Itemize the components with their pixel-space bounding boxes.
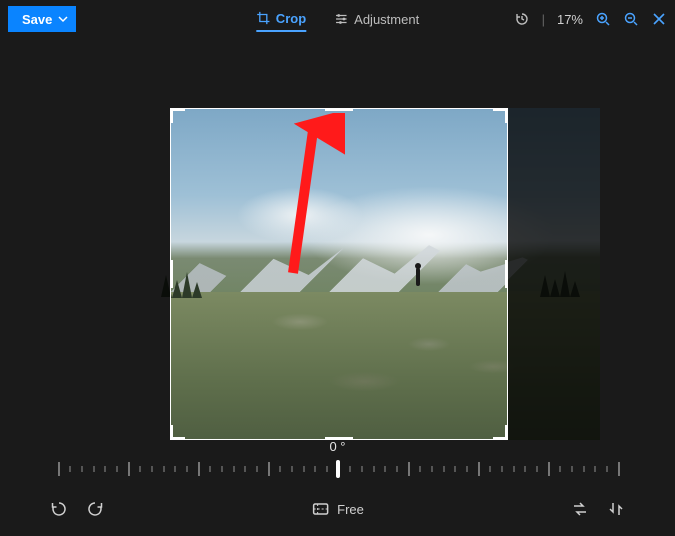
top-toolbar: Save Crop Adjustment | 17% (0, 0, 675, 38)
rotation-tick (163, 466, 165, 472)
tab-adjustment[interactable]: Adjustment (334, 7, 419, 32)
rotation-tick (139, 466, 141, 472)
rotation-tick (198, 462, 200, 476)
rotation-tick (431, 466, 433, 472)
mode-tabs: Crop Adjustment (256, 7, 419, 32)
aspect-icon (311, 500, 329, 518)
rotation-tick (606, 466, 608, 472)
bottom-left-group (50, 500, 104, 518)
rotation-tick (291, 466, 293, 472)
tab-adjustment-label: Adjustment (354, 12, 419, 27)
rotation-tick (314, 466, 316, 472)
rotation-tick (209, 466, 211, 472)
save-button[interactable]: Save (8, 6, 76, 32)
rotation-tick (408, 462, 410, 476)
rotation-tick (58, 462, 60, 476)
rotation-tick (489, 466, 491, 472)
rotation-tick (174, 466, 176, 472)
rotation-tick (478, 462, 480, 476)
crop-rectangle[interactable] (170, 108, 508, 440)
chevron-down-icon (58, 14, 68, 24)
rotation-tick (419, 466, 421, 472)
rotation-tick (559, 466, 561, 472)
rotation-tick (384, 466, 386, 472)
toolbar-right-tools: | 17% (514, 11, 667, 27)
tab-crop-label: Crop (276, 11, 306, 26)
rotation-tick (128, 462, 130, 476)
crop-handle-right[interactable] (505, 260, 508, 288)
rotation-tick (361, 466, 363, 472)
rotation-tick (104, 466, 106, 472)
rotation-tick (221, 466, 223, 472)
rotation-tick (454, 466, 456, 472)
rotation-tick (186, 466, 188, 472)
rotation-tick (151, 466, 153, 472)
zoom-in-icon[interactable] (595, 11, 611, 27)
rotation-tick (93, 466, 95, 472)
crop-icon (256, 11, 270, 25)
rotation-tick (571, 466, 573, 472)
canvas-area (0, 38, 675, 438)
rotation-tick (594, 466, 596, 472)
rotation-tick (583, 466, 585, 472)
save-button-label: Save (22, 12, 52, 27)
bottom-right-group (571, 500, 625, 518)
rotation-tick (618, 462, 620, 476)
tab-crop[interactable]: Crop (256, 7, 306, 32)
rotation-tick (466, 466, 468, 472)
rotation-tick (501, 466, 503, 472)
sliders-icon (334, 12, 348, 26)
rotation-tick (279, 466, 281, 472)
rotation-tick (536, 466, 538, 472)
rotation-tick (81, 466, 83, 472)
rotation-tick (69, 466, 71, 472)
rotation-tick (548, 462, 550, 476)
crop-handle-left[interactable] (170, 260, 173, 288)
crop-handle-top[interactable] (325, 108, 353, 111)
rotation-tick (524, 466, 526, 472)
flip-vertical-icon[interactable] (607, 500, 625, 518)
zoom-out-icon[interactable] (623, 11, 639, 27)
rotation-tick (326, 466, 328, 472)
history-icon[interactable] (514, 11, 530, 27)
rotation-tick (396, 466, 398, 472)
rotation-tick (268, 462, 270, 476)
rotation-tick-track[interactable] (58, 460, 618, 482)
rotation-tick (116, 466, 118, 472)
aspect-ratio-label: Free (337, 502, 364, 517)
aspect-ratio-button[interactable]: Free (311, 500, 364, 518)
rotation-angle-label: 0 ° (0, 439, 675, 454)
close-icon[interactable] (651, 11, 667, 27)
rotation-tick (373, 466, 375, 472)
rotation-slider: 0 ° (0, 439, 675, 482)
rotation-slider-handle[interactable] (336, 460, 340, 478)
rotation-tick (233, 466, 235, 472)
zoom-percent[interactable]: 17% (557, 12, 583, 27)
rotation-tick (256, 466, 258, 472)
rotate-ccw-icon[interactable] (50, 500, 68, 518)
rotation-tick (349, 466, 351, 472)
rotation-tick (303, 466, 305, 472)
image-inside-crop[interactable] (171, 109, 508, 440)
bottom-toolbar: Free (0, 492, 675, 526)
toolbar-divider: | (542, 12, 545, 27)
rotation-tick (513, 466, 515, 472)
flip-horizontal-icon[interactable] (571, 500, 589, 518)
rotation-tick (443, 466, 445, 472)
rotate-cw-icon[interactable] (86, 500, 104, 518)
rotation-tick (244, 466, 246, 472)
